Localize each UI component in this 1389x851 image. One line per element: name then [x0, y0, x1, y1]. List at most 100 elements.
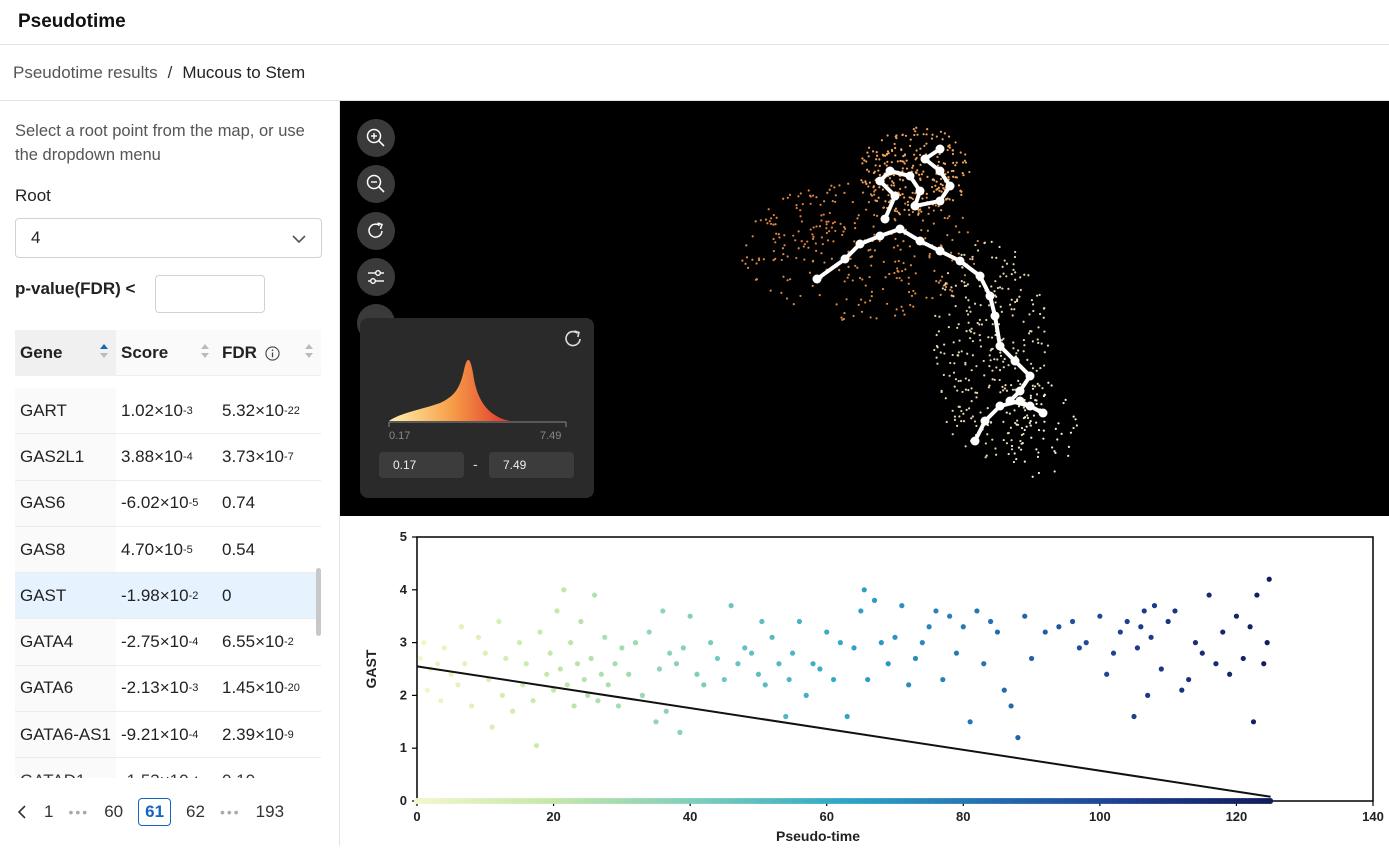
- trajectory-path: [812, 144, 1048, 446]
- data-point: [1213, 661, 1219, 667]
- trend-line: [416, 665, 1271, 798]
- range-min-input[interactable]: 0.17: [379, 452, 464, 478]
- table-row[interactable]: GAS2L1 3.88×10 -4 3.73×10 -7: [15, 434, 321, 481]
- data-point: [1015, 735, 1021, 741]
- data-point: [810, 661, 816, 667]
- column-header-score[interactable]: Score: [116, 330, 217, 376]
- page-last[interactable]: 193: [256, 802, 284, 822]
- data-point: [933, 608, 939, 614]
- embedding-map[interactable]: 0.17 7.49 0.17 - 7.49: [340, 101, 1389, 516]
- chevron-down-icon: [292, 235, 306, 244]
- data-point: [796, 618, 802, 625]
- range-max-input[interactable]: 7.49: [489, 452, 574, 478]
- data-point: [1124, 618, 1130, 625]
- data-point: [605, 682, 611, 688]
- data-point: [1267, 798, 1274, 804]
- data-point: [421, 640, 427, 646]
- breadcrumb-separator: /: [167, 62, 173, 82]
- data-point: [735, 661, 741, 667]
- data-point: [728, 603, 734, 609]
- data-point: [974, 608, 980, 614]
- data-point: [1261, 661, 1267, 667]
- page-next-number[interactable]: 62: [186, 802, 205, 822]
- data-point: [574, 661, 581, 667]
- breadcrumb: Pseudotime results / Mucous to Stem: [0, 45, 1389, 101]
- table-scrollbar[interactable]: [316, 568, 321, 636]
- page-prev-number[interactable]: 60: [104, 802, 123, 822]
- data-point: [663, 708, 669, 714]
- table-row[interactable]: GATA6-AS1 -9.21×10 -4 2.39×10 -9: [15, 712, 321, 759]
- fdr-cell: 2.39×10 -9: [222, 724, 294, 744]
- page-first[interactable]: 1: [44, 802, 53, 822]
- data-point: [947, 613, 953, 619]
- score-cell: -2.75×10 -4: [121, 632, 199, 652]
- table-row[interactable]: GAS8 4.70×10 -5 0.54: [15, 526, 321, 574]
- data-point: [1138, 624, 1144, 630]
- page-ellipsis-right[interactable]: •••: [220, 804, 241, 820]
- data-point: [687, 613, 693, 619]
- data-point: [755, 671, 762, 677]
- data-point: [523, 661, 529, 667]
- data-point: [981, 661, 987, 667]
- data-point: [516, 640, 523, 646]
- sort-icon: [201, 344, 209, 358]
- data-point: [530, 698, 536, 704]
- data-point: [680, 645, 686, 651]
- info-icon[interactable]: [265, 345, 280, 361]
- page-current[interactable]: 61: [138, 798, 172, 826]
- data-point: [967, 719, 973, 725]
- data-point: [844, 713, 850, 720]
- data-point: [475, 634, 482, 640]
- data-point: [1240, 655, 1246, 662]
- pseudotime-scatter-plot: 0 20 40 60 80 100 120 140 0 1 2 3 4 5 Pseudo-time GAST: [340, 516, 1389, 846]
- zero-points: [414, 798, 1274, 804]
- table-row[interactable]: GAST -1.98×10 -2 0: [15, 573, 321, 620]
- zoom-out-button[interactable]: [357, 165, 395, 203]
- data-point: [701, 682, 707, 688]
- data-point: [919, 640, 925, 646]
- settings-button[interactable]: [357, 258, 395, 296]
- data-point: [561, 587, 567, 593]
- data-point: [667, 650, 673, 656]
- data-point: [789, 650, 796, 656]
- data-point: [708, 640, 714, 646]
- reset-view-button[interactable]: [357, 212, 395, 250]
- data-point: [1008, 703, 1014, 709]
- data-point: [858, 608, 864, 614]
- data-point: [892, 634, 898, 640]
- data-point: [1165, 618, 1171, 625]
- sort-icon: [305, 344, 313, 358]
- column-header-gene[interactable]: Gene: [15, 330, 116, 376]
- data-point: [581, 676, 587, 683]
- data-point: [817, 666, 823, 672]
- data-point: [615, 703, 622, 709]
- data-point: [441, 645, 447, 651]
- refresh-icon: [368, 222, 383, 238]
- y-tick-label: 5: [400, 529, 407, 544]
- score-cell: -2.13×10 -3: [121, 678, 199, 698]
- table-row[interactable]: GATAD1-1.53×10-40.10: [15, 758, 321, 778]
- data-point: [632, 640, 639, 646]
- data-point: [1083, 640, 1089, 646]
- data-point: [1110, 650, 1117, 656]
- previous-page-icon[interactable]: [15, 805, 29, 819]
- data-point: [940, 676, 946, 683]
- page-ellipsis-left[interactable]: •••: [68, 804, 89, 820]
- data-point: [1042, 629, 1048, 635]
- data-point: [960, 624, 966, 630]
- gene-cell: GART: [15, 388, 116, 434]
- zoom-in-button[interactable]: [357, 119, 395, 157]
- table-row[interactable]: GAS6 -6.02×10 -5 0.74: [15, 480, 321, 527]
- table-row[interactable]: GATA6 -2.13×10 -3 1.45×10 -20: [15, 665, 321, 713]
- pvalue-input[interactable]: [155, 275, 265, 313]
- table-row[interactable]: GATA4 -2.75×10 -4 6.55×10 -2: [15, 619, 321, 666]
- column-header-fdr[interactable]: FDR: [217, 330, 321, 376]
- breadcrumb-parent-link[interactable]: Pseudotime results: [13, 63, 158, 83]
- root-select[interactable]: 4: [15, 218, 322, 258]
- data-point: [469, 703, 475, 709]
- data-point: [660, 608, 666, 614]
- data-point: [1233, 613, 1240, 619]
- data-point: [424, 687, 430, 693]
- table-row[interactable]: GART 1.02×10 -3 5.32×10 -22: [15, 388, 321, 435]
- x-tick-label: 100: [1089, 809, 1111, 824]
